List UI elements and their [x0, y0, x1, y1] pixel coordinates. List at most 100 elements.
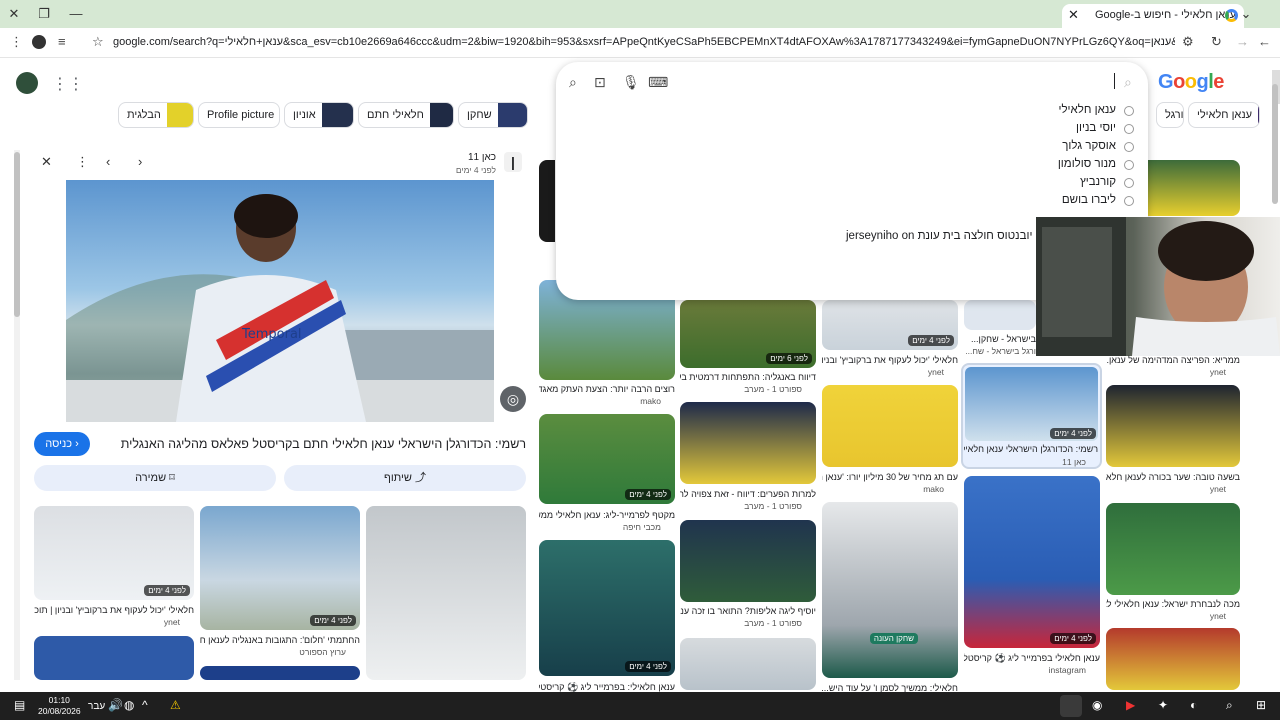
- volume-icon[interactable]: 🔊: [108, 698, 123, 712]
- close-tab-icon[interactable]: ✕: [1068, 7, 1079, 23]
- result-caption[interactable]: ממריא: הפריצה המדהימה של ענאן...: [1106, 355, 1240, 365]
- site-settings-icon[interactable]: ⚙: [1182, 34, 1194, 50]
- related-image[interactable]: לפני 4 ימים: [200, 506, 360, 630]
- preview-title[interactable]: רשמי: הכדורגלן הישראלי ענאן חלאילי חתם ב…: [100, 437, 526, 451]
- result-image[interactable]: לפני 4 ימים: [964, 476, 1100, 648]
- related-caption[interactable]: החתמתי 'חלום': התגובות באנגליה לענאן חלא…: [200, 635, 360, 645]
- lens-search-icon[interactable]: ⊡: [594, 74, 606, 91]
- next-image-icon[interactable]: ›: [138, 154, 142, 169]
- result-image[interactable]: [1106, 503, 1240, 595]
- language-indicator[interactable]: עבר: [88, 701, 105, 712]
- reload-icon[interactable]: ↻: [1211, 34, 1222, 50]
- start-button-icon[interactable]: ⊞: [1256, 698, 1266, 712]
- result-caption[interactable]: ענאן חלאילי בפרמייר ליג ⚽ קריסטל...: [964, 653, 1100, 664]
- related-image[interactable]: [200, 666, 360, 680]
- chip[interactable]: חלאילי חתם: [358, 102, 454, 128]
- result-caption[interactable]: מכה לנבחרת ישראל: ענאן חלאילי לא...: [1106, 599, 1240, 609]
- preview-scrollbar[interactable]: [14, 150, 20, 680]
- network-icon[interactable]: ◍: [124, 698, 134, 712]
- result-caption[interactable]: חלאילי 'יכול לעקוף את ברקוביץ' ובניון ||: [822, 355, 958, 365]
- result-caption[interactable]: בישראל - שחקן...: [964, 334, 1036, 344]
- related-image[interactable]: לפני 4 ימים: [34, 506, 194, 600]
- app-taskbar-icon[interactable]: ◉: [1092, 698, 1102, 712]
- bookmark-star-icon[interactable]: ☆: [92, 34, 104, 50]
- menu-dots-icon[interactable]: ⋮: [10, 34, 23, 50]
- result-caption[interactable]: עם תג מחיר של 30 מיליון יורו: 'ענאן חלא.…: [822, 472, 958, 482]
- result-caption[interactable]: דיווח באנגליה: התפתחות דרמטית בעס...: [680, 372, 816, 382]
- prev-image-icon[interactable]: ‹: [106, 154, 110, 169]
- reading-list-icon[interactable]: ≡: [58, 34, 66, 49]
- result-image[interactable]: [964, 300, 1036, 330]
- close-preview-icon[interactable]: ✕: [41, 154, 52, 170]
- suggestion-item[interactable]: ענאן חלאילי: [938, 104, 1138, 122]
- sponsored-suggestion[interactable]: 15/16 יובנטוס חולצה בית עונת jerseyniho …: [846, 230, 1064, 242]
- result-caption[interactable]: רשמי: הכדורגלן הישראלי ענאן חלאילי...: [964, 444, 1098, 454]
- result-image[interactable]: [680, 638, 816, 690]
- result-image[interactable]: [1106, 628, 1240, 690]
- suggestion-item[interactable]: מנור סולומון: [938, 158, 1138, 176]
- search-submit-icon[interactable]: ⌕: [1124, 74, 1132, 91]
- suggestion-item[interactable]: יוסי בניון: [938, 122, 1138, 140]
- result-caption[interactable]: בשעה טובה: שער בכורה לענאן חלאילי...: [1106, 472, 1240, 482]
- share-button[interactable]: שיתוף ⤴: [284, 465, 526, 491]
- back-icon[interactable]: ←: [1258, 34, 1271, 49]
- url-field[interactable]: google.com/search?q=ענאן+חלאילי&sca_esv=…: [113, 36, 1175, 48]
- related-caption[interactable]: חלאילי 'יכול לעקוף את ברקוביץ' ובניון | …: [34, 605, 194, 615]
- chip[interactable]: Profile picture: [198, 102, 280, 128]
- clock[interactable]: 01:10 20/08/2026: [38, 695, 81, 717]
- tray-expand-icon[interactable]: ^: [142, 698, 148, 712]
- chip[interactable]: הבלגית: [118, 102, 194, 128]
- save-button[interactable]: שמירה ⌑: [34, 465, 276, 491]
- tab-search-icon[interactable]: ⌄: [1236, 6, 1256, 22]
- chip[interactable]: ענאן חלאילי: [1188, 102, 1260, 128]
- more-options-icon[interactable]: ⋮: [76, 154, 89, 170]
- warning-icon[interactable]: ⚠: [170, 698, 181, 712]
- lens-icon[interactable]: ◎: [500, 386, 526, 412]
- chip[interactable]: אוניון: [284, 102, 354, 128]
- keyboard-icon[interactable]: ⌨: [648, 74, 668, 91]
- result-image[interactable]: [680, 520, 816, 602]
- result-image[interactable]: [539, 160, 555, 242]
- google-logo[interactable]: Google: [1158, 71, 1224, 94]
- result-caption[interactable]: רוצים הרבה יותר: הצעת העתק מאגדל...: [539, 384, 675, 394]
- restore-window-icon[interactable]: ❐: [34, 6, 54, 22]
- source-name[interactable]: כאן 11: [420, 152, 496, 163]
- suggestion-item[interactable]: אוסקר גלוך: [938, 140, 1138, 158]
- suggestion-item[interactable]: ליברו בושם: [938, 194, 1138, 212]
- forward-icon[interactable]: →: [1236, 34, 1249, 49]
- account-avatar[interactable]: [16, 72, 38, 94]
- youtube-taskbar-icon[interactable]: ▶: [1126, 698, 1135, 712]
- page-scrollbar[interactable]: [1272, 84, 1278, 204]
- app2-taskbar-icon[interactable]: ◐: [1190, 698, 1197, 712]
- result-image[interactable]: שחקן העונה: [822, 502, 958, 678]
- related-image[interactable]: [34, 636, 194, 680]
- preview-main-image[interactable]: Temporal: [66, 180, 494, 422]
- chip[interactable]: ורגל: [1156, 102, 1184, 128]
- apps-grid-icon[interactable]: ⋮⋮: [52, 74, 84, 94]
- enter-button[interactable]: ‹ כניסה: [34, 432, 90, 456]
- close-window-icon[interactable]: ✕: [4, 6, 24, 22]
- search-taskbar-icon[interactable]: ⌕: [1226, 698, 1233, 713]
- result-image[interactable]: לפני 4 ימים: [822, 300, 958, 350]
- related-image[interactable]: [366, 506, 526, 680]
- result-source: mako: [640, 396, 661, 406]
- notifications-icon[interactable]: ▤: [14, 698, 25, 712]
- chip[interactable]: שחקן: [458, 102, 528, 128]
- minimize-window-icon[interactable]: —: [66, 6, 86, 21]
- profile-avatar[interactable]: [32, 35, 46, 49]
- mic-icon[interactable]: 🎙: [622, 74, 640, 91]
- suggestion-item[interactable]: קורנביץ: [938, 176, 1138, 194]
- result-image[interactable]: לפני 4 ימים: [539, 540, 675, 676]
- search-icon[interactable]: ⌕: [569, 74, 577, 91]
- result-caption[interactable]: מקטף לפרמייר-ליג: ענאן חלאילי ממשיך...: [539, 510, 675, 520]
- copilot-taskbar-icon[interactable]: ✦: [1158, 698, 1168, 712]
- result-image[interactable]: [680, 402, 816, 484]
- result-image[interactable]: [822, 385, 958, 467]
- result-image[interactable]: [1106, 385, 1240, 467]
- result-image[interactable]: לפני 6 ימים: [680, 300, 816, 368]
- tab-active[interactable]: ענאן חלאילי - חיפוש ב-Google ✕: [1062, 4, 1244, 28]
- result-caption[interactable]: למרות הפערים: דיווח - זאת צפויה להיו...: [680, 489, 816, 499]
- result-caption[interactable]: יוסיף ליגה אליפות? התואר בו זכה ענאן...: [680, 606, 816, 616]
- chrome-taskbar-icon[interactable]: [1060, 695, 1082, 717]
- result-image[interactable]: לפני 4 ימים: [539, 414, 675, 504]
